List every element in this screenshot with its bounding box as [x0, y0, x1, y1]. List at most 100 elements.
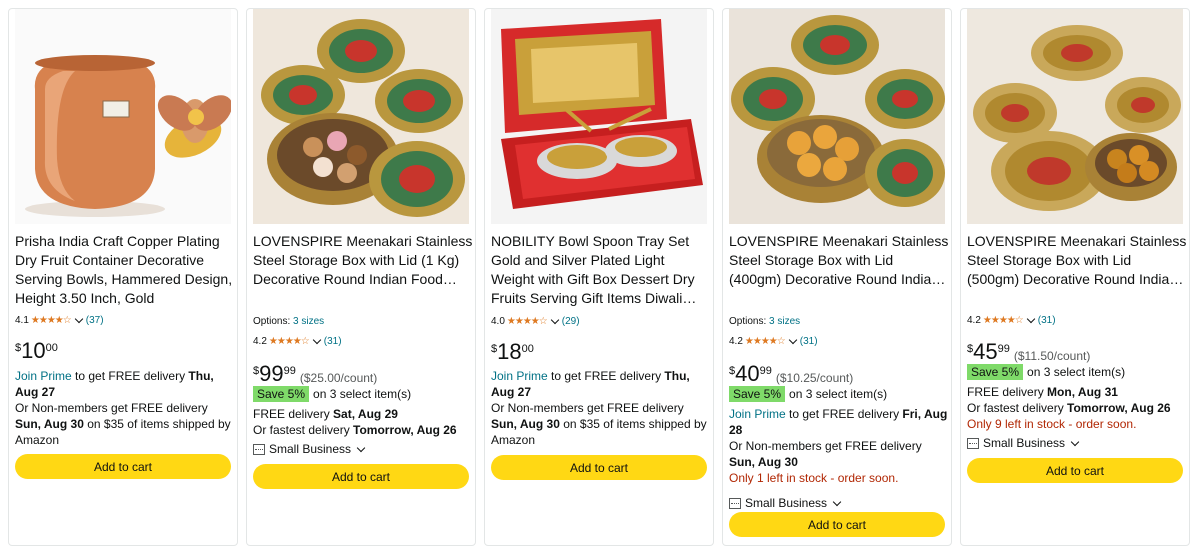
delivery-line: Or Non-members get FREE delivery Sun, Au… [15, 400, 237, 448]
price-whole: 99 [259, 361, 284, 386]
chevron-down-icon[interactable] [1070, 437, 1080, 446]
delivery-info: Join Prime to get FREE delivery Fri, Aug… [729, 406, 951, 486]
copper-pot-icon [15, 9, 231, 224]
star-rating-icon: ★★★★☆ [982, 315, 1024, 326]
price: $ 18 00 [491, 340, 534, 364]
price-whole: 10 [21, 338, 46, 363]
product-title[interactable]: LOVENSPIRE Meenakari Stainless Steel Sto… [253, 232, 473, 289]
delivery-text: Or fastest delivery [967, 401, 1068, 415]
rating-value: 4.2 [253, 336, 267, 347]
product-title[interactable]: LOVENSPIRE Meenakari Stainless Steel Sto… [729, 232, 949, 289]
price: $ 45 99 ($11.50/count) [967, 340, 1090, 364]
chevron-down-icon[interactable] [550, 315, 559, 325]
product-image[interactable] [253, 9, 469, 224]
delivery-text: Or fastest delivery [253, 423, 354, 437]
chevron-down-icon[interactable] [832, 497, 842, 506]
delivery-line: Or fastest delivery Tomorrow, Aug 26 [253, 422, 475, 438]
save-badge: Save 5% [253, 386, 310, 402]
save-badge: Save 5% [729, 386, 786, 402]
options-label: Options: [729, 316, 767, 327]
delivery-line: Or Non-members get FREE delivery Sun, Au… [491, 400, 713, 448]
product-card: LOVENSPIRE Meenakari Stainless Steel Sto… [722, 8, 952, 546]
delivery-text: Tomorrow, Aug 26 [1067, 401, 1171, 415]
product-title[interactable]: Prisha India Craft Copper Plating Dry Fr… [15, 232, 235, 308]
delivery-text: to get FREE delivery [547, 369, 665, 383]
product-card: Prisha India Craft Copper Plating Dry Fr… [8, 8, 238, 546]
save-text: on 3 select item(s) [313, 387, 412, 401]
rating[interactable]: 4.0 ★★★★☆ (29) [491, 315, 580, 327]
options-sizes-link[interactable]: 3 sizes [769, 316, 800, 327]
price-fraction: 99 [997, 343, 1010, 355]
storefront-icon [967, 437, 979, 449]
product-image[interactable] [967, 9, 1183, 224]
rating-value: 4.2 [729, 336, 743, 347]
delivery-line: Only 9 left in stock - order soon. [967, 416, 1189, 432]
join-prime-link[interactable]: Join Prime [491, 369, 548, 383]
delivery-text: Or Non-members get FREE delivery [15, 401, 208, 415]
small-business[interactable]: Small Business [729, 496, 842, 510]
delivery-line: Or fastest delivery Tomorrow, Aug 26 [967, 400, 1189, 416]
small-business[interactable]: Small Business [967, 436, 1080, 450]
product-title[interactable]: LOVENSPIRE Meenakari Stainless Steel Sto… [967, 232, 1187, 289]
small-business-label: Small Business [983, 436, 1066, 450]
delivery-line: Join Prime to get FREE delivery Thu, Aug… [491, 368, 713, 400]
meenakari-box-chocolates-icon [967, 9, 1183, 224]
rating-count[interactable]: (31) [800, 336, 818, 347]
delivery-info: Join Prime to get FREE delivery Thu, Aug… [15, 368, 237, 448]
product-image[interactable] [491, 9, 707, 224]
chevron-down-icon[interactable] [788, 335, 797, 345]
coupon-save: Save 5% on 3 select item(s) [729, 386, 887, 402]
delivery-line: FREE delivery Sat, Aug 29 [253, 406, 475, 422]
star-rating-icon: ★★★★☆ [30, 315, 72, 326]
meenakari-box-laddoo-icon [729, 9, 945, 224]
rating[interactable]: 4.2 ★★★★☆ (31) [967, 314, 1056, 326]
rating[interactable]: 4.2 ★★★★☆ (31) [253, 335, 342, 347]
rating[interactable]: 4.1 ★★★★☆ (37) [15, 314, 104, 326]
rating-count[interactable]: (31) [324, 336, 342, 347]
chevron-down-icon[interactable] [1026, 314, 1035, 324]
chevron-down-icon[interactable] [312, 335, 321, 345]
chevron-down-icon[interactable] [356, 443, 366, 452]
delivery-info: FREE delivery Mon, Aug 31 Or fastest deli… [967, 384, 1189, 432]
coupon-save: Save 5% on 3 select item(s) [967, 364, 1125, 380]
rating-value: 4.1 [15, 315, 29, 326]
star-rating-icon: ★★★★☆ [506, 316, 548, 327]
star-rating-icon: ★★★★☆ [268, 336, 310, 347]
price-fraction: 00 [45, 342, 58, 354]
add-to-cart-button[interactable]: Add to cart [491, 455, 707, 480]
small-business-label: Small Business [269, 442, 352, 456]
add-to-cart-button[interactable]: Add to cart [253, 464, 469, 489]
product-title[interactable]: NOBILITY Bowl Spoon Tray Set Gold and Si… [491, 232, 711, 308]
price: $ 10 00 [15, 339, 58, 363]
coupon-save: Save 5% on 3 select item(s) [253, 386, 411, 402]
delivery-info: FREE delivery Sat, Aug 29 Or fastest deli… [253, 406, 475, 438]
product-image[interactable] [729, 9, 945, 224]
unit-price: ($10.25/count) [775, 371, 854, 385]
rating[interactable]: 4.2 ★★★★☆ (31) [729, 335, 818, 347]
chevron-down-icon[interactable] [74, 314, 83, 324]
unit-price: ($11.50/count) [1013, 349, 1091, 363]
rating-count[interactable]: (31) [1038, 315, 1056, 326]
small-business[interactable]: Small Business [253, 442, 366, 456]
product-card: LOVENSPIRE Meenakari Stainless Steel Sto… [246, 8, 476, 546]
product-image[interactable] [15, 9, 231, 224]
price-fraction: 00 [521, 343, 534, 355]
delivery-text: Or Non-members get FREE delivery [491, 401, 684, 415]
price: $ 99 99 ($25.00/count) [253, 362, 377, 386]
join-prime-link[interactable]: Join Prime [15, 369, 72, 383]
product-card: LOVENSPIRE Meenakari Stainless Steel Sto… [960, 8, 1190, 546]
save-badge: Save 5% [967, 364, 1024, 380]
add-to-cart-button[interactable]: Add to cart [729, 512, 945, 537]
price-fraction: 99 [759, 365, 772, 377]
price-whole: 45 [973, 339, 998, 364]
options-label: Options: [253, 316, 291, 327]
rating-count[interactable]: (29) [562, 316, 580, 327]
options-sizes-link[interactable]: 3 sizes [293, 316, 324, 327]
add-to-cart-button[interactable]: Add to cart [15, 454, 231, 479]
rating-count[interactable]: (37) [86, 315, 104, 326]
bowl-set-gift-box-icon [491, 9, 707, 224]
add-to-cart-button[interactable]: Add to cart [967, 458, 1183, 483]
delivery-text: to get FREE delivery [71, 369, 189, 383]
join-prime-link[interactable]: Join Prime [729, 407, 786, 421]
options: Options: 3 sizes [253, 316, 324, 327]
